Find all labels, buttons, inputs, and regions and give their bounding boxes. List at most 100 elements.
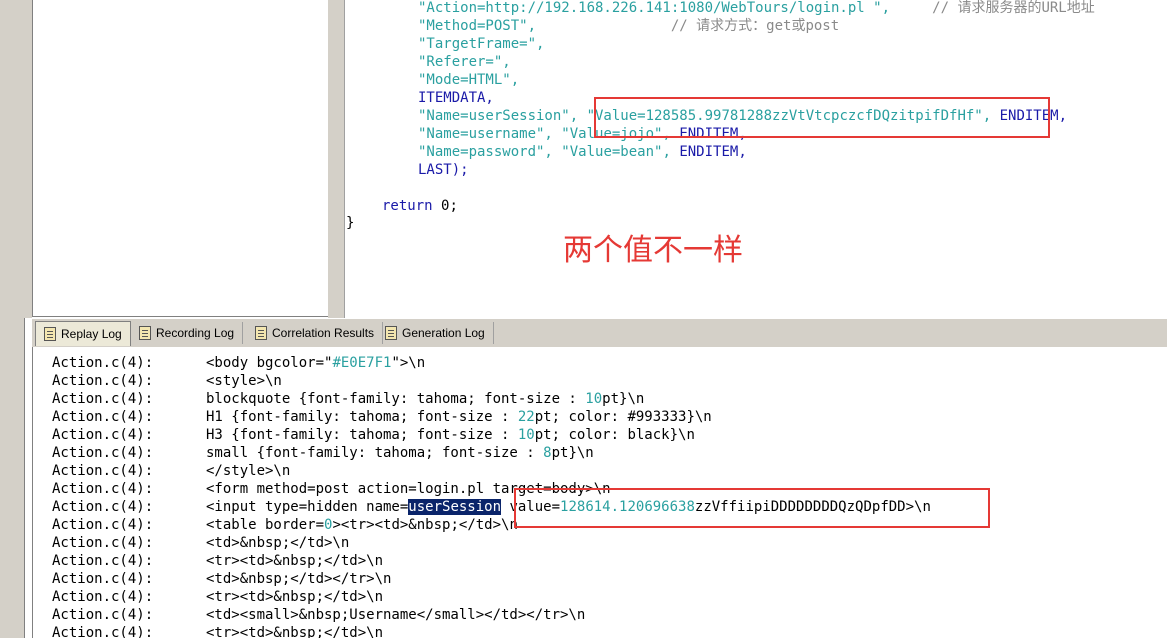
tab-correlation-results[interactable]: Correlation Results [247, 322, 384, 344]
left-toolbar-strip [0, 0, 25, 638]
code-token: "Referer=", [418, 54, 511, 70]
step-navigator-pane[interactable] [32, 0, 330, 317]
code-line: "Referer=", [418, 53, 511, 71]
code-token: 22 [517, 409, 535, 425]
tab-label: Correlation Results [272, 326, 375, 340]
code-token: LAST); [418, 162, 469, 178]
log-line-prefix: Action.c(4): [52, 553, 154, 569]
code-token: <td><small>&nbsp;Username</small></td></… [206, 607, 586, 623]
tab-generation-log[interactable]: Generation Log [377, 322, 494, 344]
log-line-prefix: Action.c(4): [52, 409, 154, 425]
code-token: pt; color: #993333}\n [534, 409, 712, 425]
closing-brace: } [346, 215, 355, 231]
code-token: ><tr><td>&nbsp;</td>\n [332, 517, 518, 533]
code-token: pt}\n [602, 391, 645, 407]
log-line: Action.c(4): <tr><td>&nbsp;</td>\n [52, 552, 383, 570]
log-line: Action.c(4): <style>\n [52, 372, 282, 390]
log-line: Action.c(4): <body bgcolor="#E0E7F1">\n [52, 354, 425, 372]
return-statement: return 0; [382, 197, 458, 215]
log-line: Action.c(4): <tr><td>&nbsp;</td>\n [52, 588, 383, 606]
code-token: "Value=bean", [561, 144, 680, 160]
code-token: return [382, 198, 442, 214]
tab-label: Recording Log [156, 326, 235, 340]
code-token: #E0E7F1 [332, 355, 392, 371]
log-line: Action.c(4): <td><small>&nbsp;Username</s… [52, 606, 585, 624]
log-line-prefix: Action.c(4): [52, 391, 154, 407]
log-line-prefix: Action.c(4): [52, 427, 154, 443]
code-token: "TargetFrame=", [418, 36, 545, 52]
log-line-prefix: Action.c(4): [52, 463, 154, 479]
log-document-icon [44, 327, 56, 341]
vertical-splitter[interactable] [328, 0, 345, 318]
log-line: Action.c(4): </style>\n [52, 462, 290, 480]
log-line: Action.c(4): H1 {font-family: tahoma; fon… [52, 408, 712, 426]
log-line: Action.c(4): <tr><td>&nbsp;</td>\n [52, 624, 383, 638]
code-token: <tr><td>&nbsp;</td>\n [206, 553, 384, 569]
code-token: <input type=hidden name= [206, 499, 409, 515]
code-line: ITEMDATA, [418, 89, 494, 107]
script-editor[interactable]: "Action=http://192.168.226.141:1080/WebT… [345, 0, 1167, 318]
code-token: ENDITEM, [679, 144, 747, 160]
code-token: 10 [585, 391, 603, 407]
log-line-prefix: Action.c(4): [52, 625, 154, 638]
code-token: 0; [441, 198, 458, 214]
tab-label: Generation Log [402, 326, 485, 340]
log-line: Action.c(4): <td>&nbsp;</td>\n [52, 534, 349, 552]
code-token: "Name=userSession", [418, 108, 587, 124]
code-token: </style>\n [206, 463, 291, 479]
tab-replay-log[interactable]: Replay Log [35, 321, 131, 346]
code-token: // 请求服务器的URL地址 [890, 0, 1095, 16]
code-token: // 请求方式：get或post [536, 18, 840, 34]
code-token: 8 [543, 445, 552, 461]
left-edge-bar [24, 0, 32, 318]
code-token: <style>\n [206, 373, 282, 389]
annotation-text: 两个值不一样 [563, 233, 743, 268]
log-document-icon [255, 326, 267, 340]
code-token: ">\n [391, 355, 426, 371]
log-line: Action.c(4): <td>&nbsp;</td></tr>\n [52, 570, 391, 588]
code-token: "Mode=HTML", [418, 72, 520, 88]
code-token: <table border= [206, 517, 325, 533]
highlight-box-recorded-value [594, 97, 1050, 138]
code-token: H3 {font-family: tahoma; font-size : [206, 427, 518, 443]
code-token: H1 {font-family: tahoma; font-size : [206, 409, 518, 425]
log-line-prefix: Action.c(4): [52, 499, 154, 515]
log-line-prefix: Action.c(4): [52, 571, 154, 587]
code-token: "Method=POST", [418, 18, 537, 34]
code-token: "Name=username", [418, 126, 562, 142]
code-token: userSession [408, 499, 502, 515]
log-line: Action.c(4): blockquote {font-family: tah… [52, 390, 644, 408]
log-line-prefix: Action.c(4): [52, 517, 154, 533]
log-line-prefix: Action.c(4): [52, 607, 154, 623]
tab-label: Replay Log [61, 327, 122, 341]
code-token: pt}\n [551, 445, 594, 461]
code-token: blockquote {font-family: tahoma; font-si… [206, 391, 586, 407]
log-line: Action.c(4): H3 {font-family: tahoma; fon… [52, 426, 695, 444]
highlight-box-replay-value [514, 488, 990, 528]
code-line: "Name=password", "Value=bean", ENDITEM, [418, 143, 747, 161]
code-token: 10 [517, 427, 535, 443]
code-token: <tr><td>&nbsp;</td>\n [206, 589, 384, 605]
code-token: <td>&nbsp;</td>\n [206, 535, 350, 551]
code-token: "Name=password", [418, 144, 562, 160]
log-line-prefix: Action.c(4): [52, 535, 154, 551]
log-line: Action.c(4): small {font-family: tahoma; … [52, 444, 594, 462]
log-line-prefix: Action.c(4): [52, 445, 154, 461]
code-line: "Action=http://192.168.226.141:1080/WebT… [418, 0, 1095, 17]
code-line: LAST); [418, 161, 469, 179]
code-line: "Method=POST", // 请求方式：get或post [418, 17, 839, 35]
log-line-prefix: Action.c(4): [52, 355, 154, 371]
log-line-prefix: Action.c(4): [52, 373, 154, 389]
code-token: <body bgcolor=" [206, 355, 333, 371]
code-token: "Action=http://192.168.226.141:1080/WebT… [418, 0, 891, 16]
code-line: "TargetFrame=", [418, 35, 544, 53]
tab-recording-log[interactable]: Recording Log [131, 322, 244, 344]
output-tab-bar: Replay Log Recording Log Correlation Resul… [32, 318, 1167, 348]
log-line-prefix: Action.c(4): [52, 481, 154, 497]
log-document-icon [385, 326, 397, 340]
code-token: ITEMDATA, [418, 90, 494, 106]
code-token: pt; color: black}\n [534, 427, 695, 443]
log-document-icon [139, 326, 151, 340]
code-line: "Mode=HTML", [418, 71, 519, 89]
log-line-prefix: Action.c(4): [52, 589, 154, 605]
